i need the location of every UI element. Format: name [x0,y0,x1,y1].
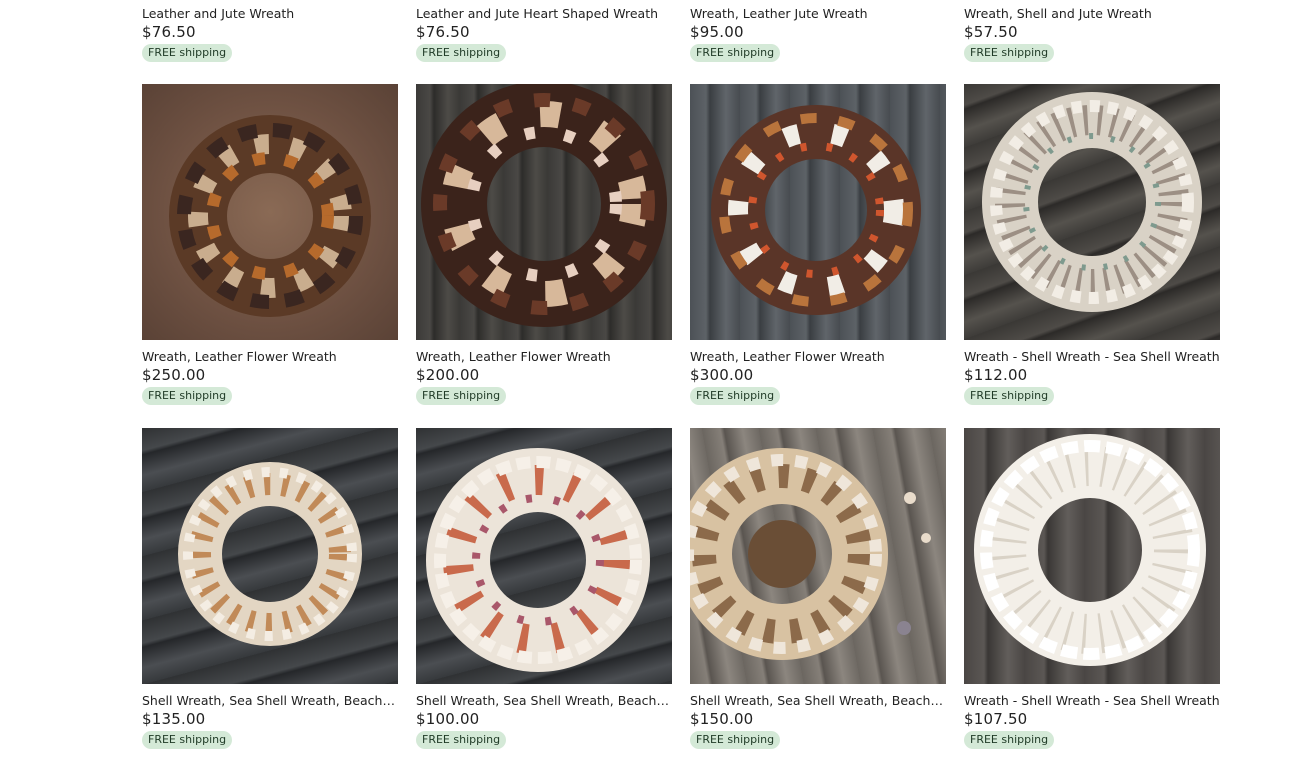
free-shipping-badge: FREE shipping [964,387,1055,405]
listing-card[interactable]: Leather and Jute Wreath $76.50 FREE ship… [142,0,398,62]
listing-image[interactable] [142,428,398,684]
free-shipping-badge: FREE shipping [416,44,507,62]
free-shipping-badge: FREE shipping [690,731,781,749]
listing-grid-row-2: Wreath, Leather Flower Wreath $250.00 FR… [142,84,1220,428]
shell-wreath-image [178,462,362,646]
listing-card[interactable]: Wreath - Shell Wreath - Sea Shell Wreath… [964,428,1220,772]
listing-card[interactable]: Shell Wreath, Sea Shell Wreath, Beach Wr… [416,428,672,772]
listing-card[interactable]: Wreath, Leather Flower Wreath $200.00 FR… [416,84,672,428]
free-shipping-badge: FREE shipping [416,731,507,749]
listing-price: $100.00 [416,710,480,728]
listing-card[interactable]: Leather and Jute Heart Shaped Wreath $76… [416,0,672,62]
free-shipping-badge: FREE shipping [690,387,781,405]
listing-title[interactable]: Wreath - Shell Wreath - Sea Shell Wreath [964,693,1220,708]
listing-title[interactable]: Wreath - Shell Wreath - Sea Shell Wreath [964,349,1220,364]
listing-title[interactable]: Leather and Jute Wreath [142,6,398,21]
listing-card[interactable]: Wreath, Leather Flower Wreath $250.00 FR… [142,84,398,428]
listing-price: $95.00 [690,23,744,41]
free-shipping-badge: FREE shipping [142,44,233,62]
listing-card[interactable]: Shell Wreath, Sea Shell Wreath, Beach Wr… [690,428,946,772]
listing-title[interactable]: Shell Wreath, Sea Shell Wreath, Beach Wr… [142,693,398,708]
leather-flower-wreath-image [169,115,371,317]
listing-card[interactable]: Wreath, Leather Jute Wreath $95.00 FREE … [690,0,946,62]
white-cockle-shell-wreath-image [974,434,1206,666]
listing-grid-row-3: Shell Wreath, Sea Shell Wreath, Beach Wr… [142,428,1220,772]
listing-image[interactable] [416,84,672,340]
free-shipping-badge: FREE shipping [964,44,1055,62]
listing-card[interactable]: Wreath - Shell Wreath - Sea Shell Wreath… [964,84,1220,428]
listing-price: $135.00 [142,710,206,728]
leather-flower-wreath-image [421,84,667,327]
listing-price: $57.50 [964,23,1018,41]
listing-price: $107.50 [964,710,1028,728]
free-shipping-badge: FREE shipping [964,731,1055,749]
listing-card[interactable]: Wreath, Leather Flower Wreath $300.00 FR… [690,84,946,428]
free-shipping-badge: FREE shipping [690,44,781,62]
listing-price: $200.00 [416,366,480,384]
listing-card[interactable]: Shell Wreath, Sea Shell Wreath, Beach Wr… [142,428,398,772]
listing-image[interactable] [964,428,1220,684]
listing-title[interactable]: Wreath, Leather Flower Wreath [142,349,398,364]
listing-price: $250.00 [142,366,206,384]
listing-title[interactable]: Wreath, Leather Jute Wreath [690,6,946,21]
leather-flower-wreath-image [711,105,921,315]
listing-price: $300.00 [690,366,754,384]
listing-title[interactable]: Shell Wreath, Sea Shell Wreath, Beach Wr… [416,693,672,708]
listing-image[interactable] [416,428,672,684]
mixed-shell-wreath-image [690,448,931,660]
listing-grid-top-row: Leather and Jute Wreath $76.50 FREE ship… [142,0,1220,62]
listing-price: $76.50 [416,23,470,41]
free-shipping-badge: FREE shipping [142,731,233,749]
listing-price: $112.00 [964,366,1028,384]
scallop-shell-wreath-image [426,448,650,672]
listing-image[interactable] [964,84,1220,340]
listing-image[interactable] [690,428,946,684]
free-shipping-badge: FREE shipping [142,387,233,405]
listing-price: $76.50 [142,23,196,41]
listing-title[interactable]: Wreath, Leather Flower Wreath [690,349,946,364]
listing-title[interactable]: Wreath, Leather Flower Wreath [416,349,672,364]
listing-title[interactable]: Shell Wreath, Sea Shell Wreath, Beach Wr… [690,693,946,708]
sea-shell-wreath-image [982,92,1202,312]
free-shipping-badge: FREE shipping [416,387,507,405]
listing-image[interactable] [690,84,946,340]
listing-price: $150.00 [690,710,754,728]
listing-image[interactable] [142,84,398,340]
listing-title[interactable]: Wreath, Shell and Jute Wreath [964,6,1220,21]
listing-title[interactable]: Leather and Jute Heart Shaped Wreath [416,6,672,21]
listing-card[interactable]: Wreath, Shell and Jute Wreath $57.50 FRE… [964,0,1220,62]
